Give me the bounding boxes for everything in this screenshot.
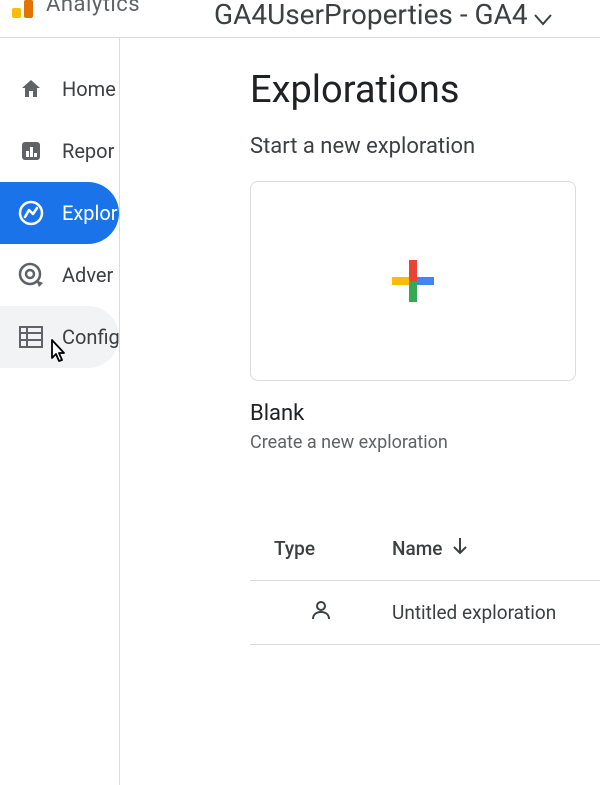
nav-label: Config (62, 325, 119, 349)
nav-label: Repor (62, 139, 114, 163)
row-type-icon-cell (250, 599, 392, 626)
property-name: GA4UserProperties - GA4 (214, 0, 528, 31)
property-selector[interactable]: GA4UserProperties - GA4 (214, 0, 552, 33)
main-content: Explorations Start a new exploration Bla… (120, 38, 600, 785)
nav-configure[interactable]: Config (0, 306, 119, 368)
target-click-icon (18, 262, 44, 288)
arrow-down-icon (452, 537, 468, 560)
card-subtitle: Create a new exploration (250, 432, 600, 453)
chevron-down-icon (534, 0, 552, 33)
bar-chart-icon (18, 138, 44, 164)
sidebar: Home Repor Explor Adver Config (0, 38, 120, 785)
row-name: Untitled exploration (392, 601, 600, 624)
brand-name: Analytics (46, 0, 140, 17)
nav-label: Explor (62, 201, 118, 225)
page-subhead: Start a new exploration (250, 134, 600, 159)
ga-logo-icon (12, 0, 38, 18)
nav-label: Adver (62, 263, 113, 287)
table-row[interactable]: Untitled exploration (250, 581, 600, 645)
explore-icon (18, 200, 44, 226)
blank-exploration-card[interactable] (250, 181, 576, 381)
card-title: Blank (250, 401, 600, 426)
explorations-table: Type Name Untitled exploration (250, 517, 600, 645)
nav-home[interactable]: Home (0, 58, 119, 120)
page-title: Explorations (250, 68, 600, 112)
col-name-label: Name (392, 537, 442, 560)
person-icon (310, 599, 332, 626)
plus-icon (392, 260, 434, 302)
nav-explore[interactable]: Explor (0, 182, 119, 244)
table-icon (18, 324, 44, 350)
col-name-header[interactable]: Name (392, 537, 600, 560)
home-icon (18, 76, 44, 102)
logo-block: Analytics (12, 0, 140, 18)
nav-reports[interactable]: Repor (0, 120, 119, 182)
app-header: Analytics GA4UserProperties - GA4 (0, 0, 600, 38)
table-header: Type Name (250, 517, 600, 581)
nav-advertising[interactable]: Adver (0, 244, 119, 306)
nav-label: Home (62, 77, 116, 101)
col-type-header[interactable]: Type (250, 537, 392, 560)
